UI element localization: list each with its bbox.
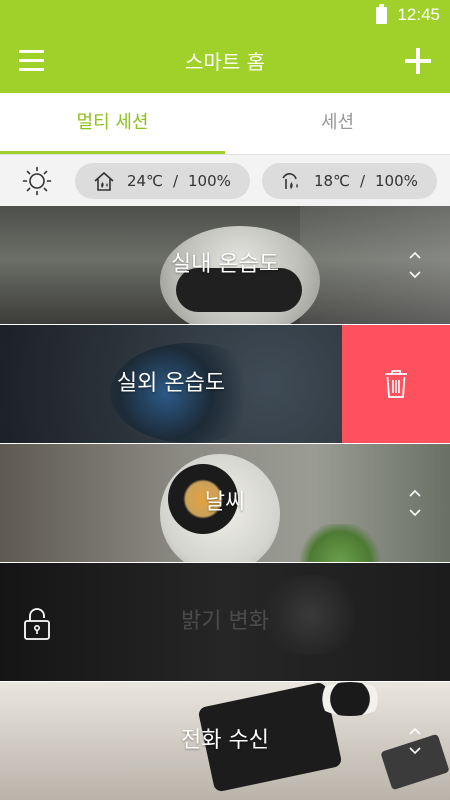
tab-multi-session[interactable]: 멀티 세션 — [0, 93, 225, 154]
delete-button[interactable] — [342, 325, 450, 443]
scene-row-weather[interactable]: 날씨 — [0, 444, 450, 562]
scene-list: 실내 온습도 실외 온습도 날씨 밝기 변화 전화 수신 — [0, 206, 450, 800]
scene-row-phone-call[interactable]: 전화 수신 — [0, 682, 450, 800]
page-title: 스마트 홈 — [185, 50, 265, 74]
scene-label: 밝기 변화 — [181, 609, 269, 634]
trash-icon — [385, 370, 407, 398]
scene-row-brightness[interactable]: 밝기 변화 — [0, 563, 450, 681]
scene-label: 실내 온습도 — [170, 252, 280, 277]
reorder-chevrons-icon[interactable] — [408, 488, 422, 518]
outdoor-humidity-icon — [282, 173, 298, 189]
indoor-climate-pill: 24℃ / 100% — [75, 163, 250, 199]
outdoor-humidity: 100% — [375, 172, 418, 190]
scene-label: 실외 온습도 — [116, 371, 226, 396]
app-bar: 스마트 홈 — [0, 30, 450, 93]
environment-bar: 24℃ / 100% 18℃ / 100% — [0, 155, 450, 206]
status-time: 12:45 — [397, 5, 440, 24]
outdoor-temperature: 18℃ — [314, 172, 350, 190]
outdoor-climate-pill: 18℃ / 100% — [262, 163, 437, 199]
status-bar: 12:45 — [0, 0, 450, 30]
scene-row-outdoor[interactable]: 실외 온습도 — [0, 325, 450, 443]
outdoor-separator: / — [359, 172, 365, 190]
reorder-chevrons-icon[interactable] — [408, 250, 422, 280]
indoor-humidity: 100% — [188, 172, 231, 190]
scene-label: 전화 수신 — [181, 728, 269, 753]
indoor-separator: / — [172, 172, 178, 190]
house-humidity-icon — [94, 171, 114, 191]
plus-icon[interactable] — [405, 48, 431, 74]
lock-icon[interactable] — [22, 607, 52, 641]
sun-icon — [22, 166, 52, 196]
tab-bar: 멀티 세션 세션 — [0, 93, 450, 155]
scene-label: 날씨 — [204, 490, 246, 515]
battery-icon — [376, 3, 388, 24]
tab-session[interactable]: 세션 — [225, 93, 450, 154]
scene-row-indoor[interactable]: 실내 온습도 — [0, 206, 450, 324]
indoor-temperature: 24℃ — [127, 172, 163, 190]
reorder-chevrons-icon[interactable] — [408, 726, 422, 756]
